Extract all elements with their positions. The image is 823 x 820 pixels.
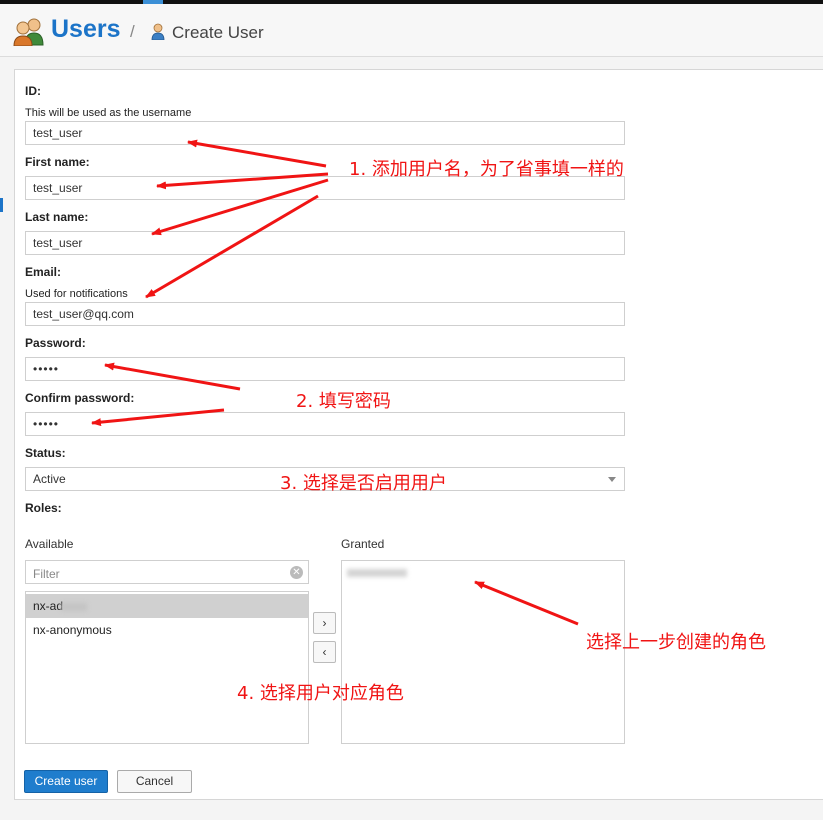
annotation-step3: 3. 选择是否启用用户	[280, 473, 447, 494]
email-hint: Used for notifications	[25, 288, 128, 300]
chevron-down-icon[interactable]	[608, 477, 616, 482]
page-header: Users / Create User	[0, 4, 823, 57]
user-icon	[151, 23, 165, 40]
list-item[interactable]: nx-anonymous	[26, 618, 308, 642]
create-user-button[interactable]: Create user	[24, 770, 108, 793]
id-label: ID:	[25, 84, 41, 98]
email-label: Email:	[25, 265, 62, 279]
cancel-button[interactable]: Cancel	[117, 770, 192, 793]
roles-label: Roles:	[25, 501, 62, 515]
breadcrumb-separator: /	[130, 22, 135, 41]
annotation-step4: 4. 选择用户对应角色	[237, 683, 404, 704]
granted-roles-list[interactable]	[341, 560, 625, 744]
confirm-password-input[interactable]: •••••	[25, 412, 625, 436]
role-name: nx-ad	[33, 599, 64, 613]
status-value: Active	[33, 472, 66, 486]
clear-icon[interactable]: ✕	[290, 566, 303, 579]
list-item[interactable]: nx-ad	[26, 594, 308, 618]
page-title[interactable]: Users	[51, 15, 121, 44]
move-left-button[interactable]: ‹	[313, 641, 336, 663]
password-input[interactable]: •••••	[25, 357, 625, 381]
id-input[interactable]: test_user	[25, 121, 625, 145]
last-name-input[interactable]: test_user	[25, 231, 625, 255]
granted-label: Granted	[341, 537, 385, 551]
redacted-text	[347, 569, 407, 577]
users-icon	[13, 18, 44, 46]
last-name-label: Last name:	[25, 210, 89, 224]
redacted-text	[61, 602, 88, 611]
roles-filter-input[interactable]: Filter ✕	[25, 560, 309, 584]
move-right-button[interactable]: ›	[313, 612, 336, 634]
available-roles-list[interactable]: nx-ad nx-anonymous	[25, 591, 309, 744]
annotation-step1: 1. 添加用户名，为了省事填一样的	[349, 159, 624, 180]
role-name: nx-anonymous	[33, 623, 112, 637]
annotation-granted-note: 选择上一步创建的角色	[586, 632, 766, 653]
available-label: Available	[25, 537, 74, 551]
breadcrumb-current: Create User	[172, 23, 264, 42]
password-label: Password:	[25, 336, 86, 350]
id-hint: This will be used as the username	[25, 107, 192, 119]
email-input[interactable]: test_user@qq.com	[25, 302, 625, 326]
status-label: Status:	[25, 446, 66, 460]
first-name-label: First name:	[25, 155, 90, 169]
filter-placeholder: Filter	[33, 567, 60, 581]
left-edge-marker	[0, 198, 3, 212]
annotation-step2: 2. 填写密码	[296, 391, 391, 412]
confirm-password-label: Confirm password:	[25, 391, 135, 405]
